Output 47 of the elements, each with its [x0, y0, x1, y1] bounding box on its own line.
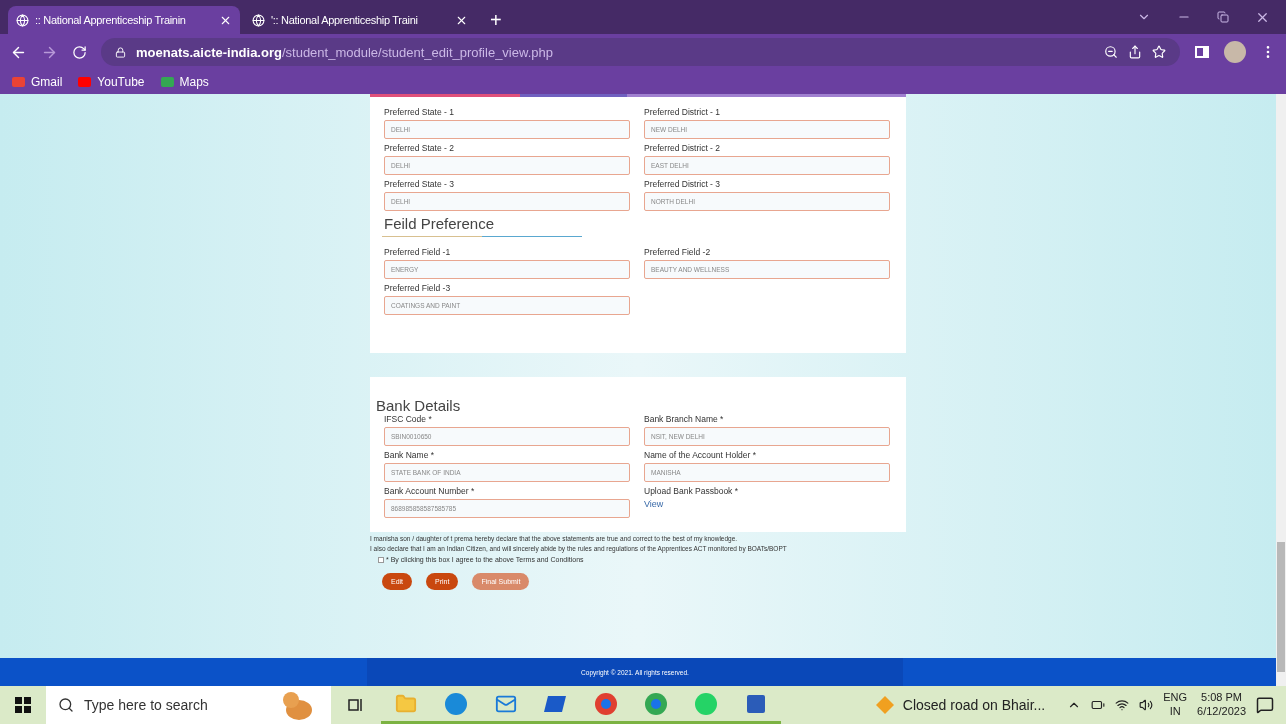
clock[interactable]: 5:08 PM 6/12/2023 — [1197, 691, 1246, 719]
windows-icon — [15, 697, 31, 713]
checkbox[interactable] — [378, 556, 384, 563]
globe-icon — [16, 13, 29, 27]
sidebar-icon[interactable] — [1194, 45, 1210, 59]
field-label: Upload Bank Passbook * — [644, 486, 740, 496]
news-widget[interactable]: Closed road on Bhair... — [874, 695, 1046, 715]
lock-icon — [115, 46, 126, 58]
address-bar[interactable]: moenats.aicte-india.org/student_module/student_edit_profile_view.php — [101, 38, 1180, 66]
section-heading: Feild Preference — [384, 215, 496, 232]
field-label: Preferred District - 2 — [644, 143, 722, 153]
browser-tab[interactable]: ':: National Apprenticeship Traini — [244, 6, 476, 34]
battery-icon[interactable] — [1091, 698, 1106, 712]
avatar-icon[interactable] — [1224, 41, 1246, 63]
field-label: Bank Branch Name * — [644, 414, 725, 424]
bookmark-link[interactable]: Maps — [160, 75, 209, 89]
language-indicator[interactable]: ENG IN — [1163, 691, 1188, 719]
field-label: Preferred State - 3 — [384, 179, 455, 189]
share-icon[interactable] — [1128, 45, 1142, 59]
field-label: Bank Account Number * — [384, 486, 476, 496]
field-label: Preferred State - 2 — [384, 143, 455, 153]
field-label: Preferred State - 1 — [384, 107, 455, 117]
notification-icon[interactable] — [1256, 696, 1274, 714]
volume-icon[interactable] — [1139, 698, 1154, 712]
field-label: Preferred Field -1 — [384, 247, 452, 257]
search-icon — [58, 697, 74, 713]
restore-icon[interactable] — [1217, 11, 1229, 23]
field-label: Preferred Field -2 — [644, 247, 712, 257]
field-label: Preferred Field -3 — [384, 283, 452, 293]
road-icon — [874, 695, 895, 715]
view-link[interactable]: View — [644, 499, 890, 509]
section-heading: Bank Details — [376, 397, 462, 414]
field-label: Preferred District - 3 — [644, 179, 722, 189]
search-field[interactable]: Type here to search — [46, 686, 331, 724]
reload-icon[interactable] — [72, 44, 87, 60]
zoom-icon[interactable] — [1104, 45, 1118, 59]
globe-icon — [252, 13, 265, 27]
field-label: Preferred District - 1 — [644, 107, 722, 117]
wifi-icon[interactable] — [1115, 698, 1130, 712]
bookmark-link[interactable]: YouTube — [78, 75, 145, 89]
bookmark-link[interactable]: Gmail — [12, 75, 63, 89]
field-label: IFSC Code * — [384, 414, 433, 424]
field-label: Name of the Account Holder * — [644, 450, 757, 460]
star-icon[interactable] — [1152, 45, 1166, 59]
browser-tab[interactable]: :: National Apprenticeship Trainin — [8, 6, 240, 34]
new-tab-button[interactable]: + — [480, 6, 512, 34]
field-label: Bank Name * — [384, 450, 436, 460]
